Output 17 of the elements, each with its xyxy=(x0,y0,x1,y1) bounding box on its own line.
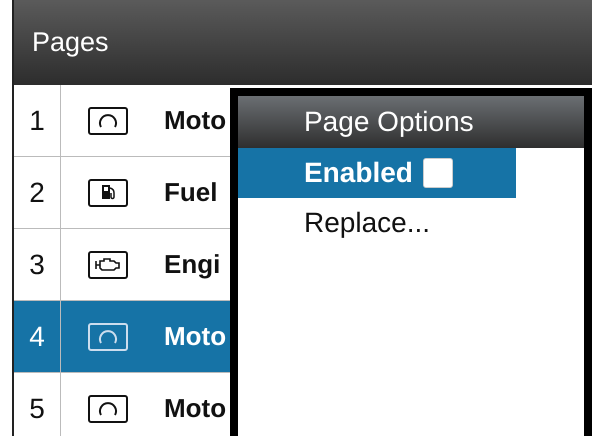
page-label: Moto xyxy=(164,321,226,352)
page-label: Fuel xyxy=(164,177,218,208)
menu-item[interactable]: Enabled xyxy=(238,148,516,198)
page-label: Moto xyxy=(164,105,226,136)
menu-item-label: Replace... xyxy=(304,207,430,239)
page-number: 5 xyxy=(14,373,61,436)
page-label: Engi xyxy=(164,249,220,280)
popup-title: Page Options xyxy=(238,96,584,148)
page-number: 2 xyxy=(14,157,61,228)
menu-item[interactable]: Replace... xyxy=(238,198,516,248)
page-number: 3 xyxy=(14,229,61,300)
header-title: Pages xyxy=(32,27,109,58)
page-number: 1 xyxy=(14,85,61,156)
page-number: 4 xyxy=(14,301,61,372)
page-label: Moto xyxy=(164,393,226,424)
checkbox[interactable] xyxy=(422,158,453,188)
menu-item-label: Enabled xyxy=(304,157,413,189)
